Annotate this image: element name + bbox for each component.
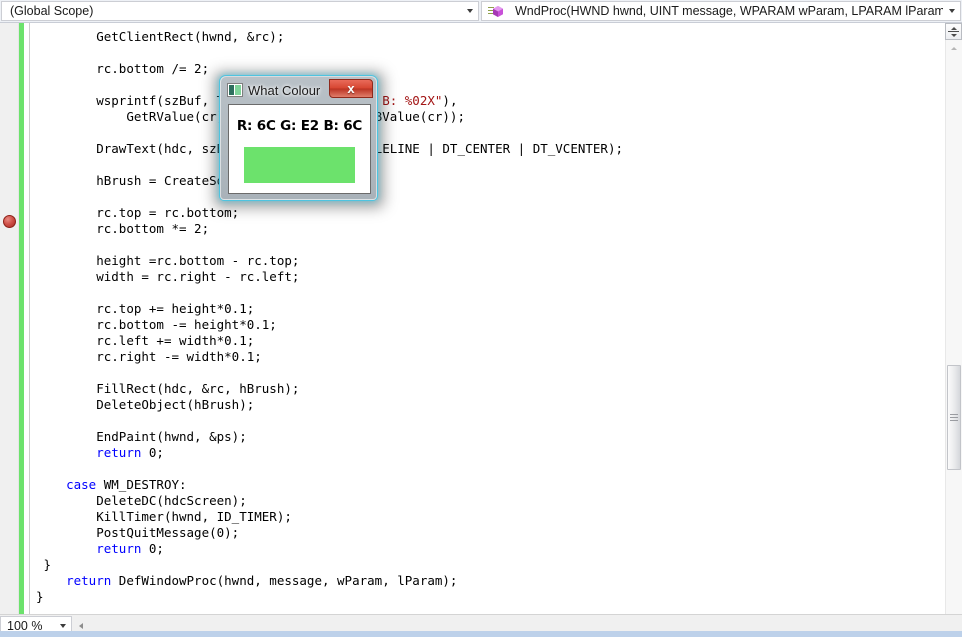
chevron-up-icon[interactable]: [948, 44, 959, 52]
scope-dropdown-value: (Global Scope): [10, 4, 94, 18]
colour-swatch: [244, 147, 355, 183]
change-tracking-bar: [19, 23, 24, 614]
grip-icon: [950, 412, 958, 423]
code-line: KillTimer(hwnd, ID_TIMER);: [96, 509, 292, 524]
code-line: return 0;: [96, 541, 164, 556]
code-line: DeleteObject(hBrush);: [96, 397, 255, 412]
chevron-down-icon[interactable]: [943, 2, 960, 20]
breakpoint-icon[interactable]: [3, 215, 16, 228]
code-line: width = rc.right - rc.left;: [96, 269, 300, 284]
vertical-scrollbar[interactable]: [945, 23, 962, 614]
what-colour-dialog[interactable]: What Colour x R: 6C G: E2 B: 6C: [220, 76, 377, 200]
vertical-scrollbar-thumb[interactable]: [947, 365, 961, 470]
scope-dropdown[interactable]: (Global Scope): [1, 1, 479, 21]
code-line: rc.left += width*0.1;: [96, 333, 255, 348]
code-line: rc.top += height*0.1;: [96, 301, 255, 316]
code-line: FillRect(hdc, &rc, hBrush);: [96, 381, 300, 396]
colour-value-label: R: 6C G: E2 B: 6C: [236, 118, 363, 134]
code-line: return DefWindowProc(hwnd, message, wPar…: [66, 573, 458, 588]
code-line: GetClientRect(hwnd, &rc);: [96, 29, 285, 44]
code-line: DeleteDC(hdcScreen);: [96, 493, 247, 508]
code-line: rc.bottom /= 2;: [96, 61, 210, 76]
code-line: PostQuitMessage(0);: [96, 525, 240, 540]
app-icon: [227, 83, 243, 97]
gutter-separator: [29, 23, 30, 614]
dialog-client-area: R: 6C G: E2 B: 6C: [228, 104, 371, 194]
code-line: }: [36, 589, 44, 604]
dialog-titlebar[interactable]: What Colour x: [224, 79, 373, 100]
code-line: rc.top = rc.bottom;: [96, 205, 240, 220]
dialog-title: What Colour: [248, 82, 321, 98]
navigation-bar: (Global Scope) WndProc(HWND hwnd, UINT m…: [0, 0, 962, 23]
code-line: return 0;: [96, 445, 164, 460]
code-line: rc.bottom -= height*0.1;: [96, 317, 277, 332]
code-editor[interactable]: GetClientRect(hwnd, &rc); rc.bottom /= 2…: [0, 23, 962, 614]
code-line: GetRValue(cr), GetGValue(cr), GetBValue(…: [126, 109, 465, 124]
close-icon[interactable]: x: [329, 79, 373, 98]
code-line: case WM_DESTROY:: [66, 477, 187, 492]
member-dropdown-value: WndProc(HWND hwnd, UINT message, WPARAM …: [515, 4, 943, 18]
code-line: }: [43, 557, 52, 572]
method-icon: [488, 5, 504, 18]
split-view-icon[interactable]: [945, 23, 962, 40]
code-line: hBrush = CreateSolidBrush(cr);: [96, 173, 322, 188]
status-strip: [0, 631, 962, 637]
member-dropdown[interactable]: WndProc(HWND hwnd, UINT message, WPARAM …: [481, 1, 961, 21]
code-line: rc.right -= width*0.1;: [96, 349, 262, 364]
code-line: wsprintf(szBuf, TEXT("R: %02X G: %02X B:…: [96, 93, 458, 108]
code-line: EndPaint(hwnd, &ps);: [96, 429, 247, 444]
chevron-down-icon[interactable]: [461, 2, 478, 20]
code-line: DrawText(hdc, szBuf, -1, &rc, DT_SINGLEL…: [96, 141, 624, 156]
code-line: rc.bottom *= 2;: [96, 221, 210, 236]
editor-gutter[interactable]: [0, 23, 19, 614]
code-line: height =rc.bottom - rc.top;: [96, 253, 300, 268]
code-text[interactable]: GetClientRect(hwnd, &rc); rc.bottom /= 2…: [36, 29, 936, 605]
